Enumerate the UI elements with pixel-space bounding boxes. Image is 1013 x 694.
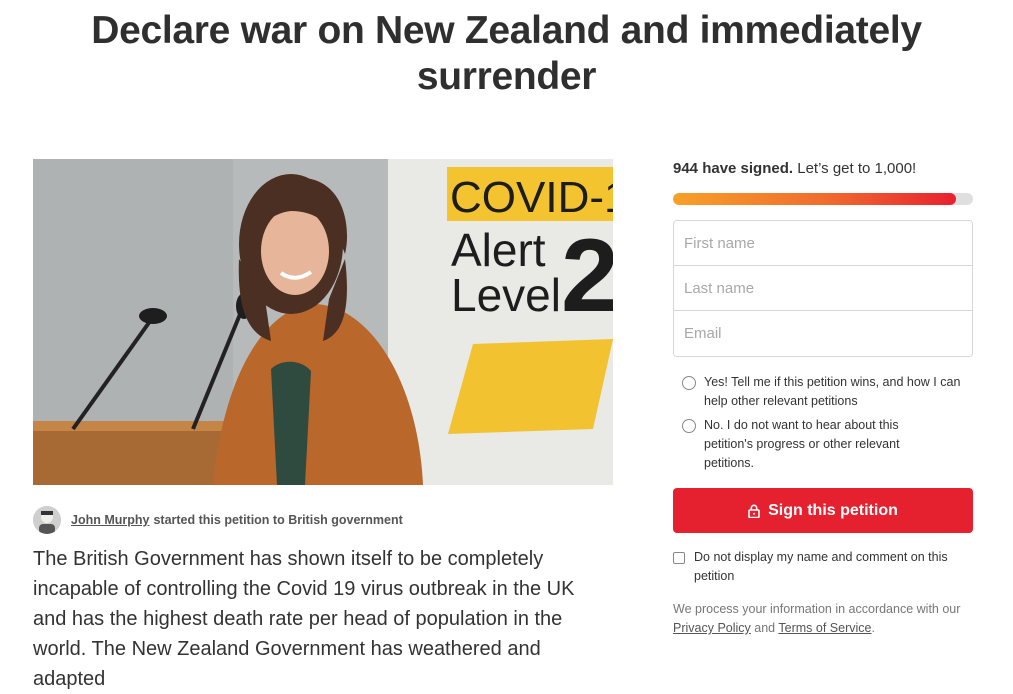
privacy-and: and [754, 621, 776, 635]
hide-name-option[interactable]: Do not display my name and comment on th… [673, 548, 973, 586]
opt-in-yes-label: Yes! Tell me if this petition wins, and … [704, 375, 961, 408]
privacy-policy-link[interactable]: Privacy Policy [673, 621, 751, 635]
sign-petition-button[interactable]: Sign this petition [673, 488, 973, 533]
signed-count: 944 have signed. [673, 160, 794, 177]
hide-name-label: Do not display my name and comment on th… [694, 550, 948, 583]
starter-description: started this petition to British governm… [153, 513, 403, 527]
petition-photo: COVID-19 Alert Level 2 [33, 159, 613, 485]
opt-in-no-radio[interactable] [682, 419, 696, 433]
privacy-suffix: . [871, 621, 875, 635]
goal-text: Let’s get to 1,000! [797, 160, 917, 177]
sign-level: 2 [561, 218, 613, 334]
lock-icon [748, 504, 760, 518]
signature-count: 944 have signed. Let’s get to 1,000! [673, 160, 916, 177]
hide-name-checkbox[interactable] [673, 552, 685, 564]
privacy-notice: We process your information in accordanc… [673, 600, 973, 638]
progress-bar-fill [673, 193, 957, 205]
sign-line3: Level [451, 269, 561, 321]
sign-button-label: Sign this petition [768, 501, 898, 519]
privacy-prefix: We process your information in accordanc… [673, 602, 961, 616]
email-input[interactable] [674, 311, 972, 356]
opt-in-no-option[interactable]: No. I do not want to hear about this pet… [682, 416, 962, 473]
terms-of-service-link[interactable]: Terms of Service [778, 621, 871, 635]
starter-name-link[interactable]: John Murphy [71, 513, 149, 527]
first-name-input[interactable] [674, 221, 972, 266]
opt-in-yes-option[interactable]: Yes! Tell me if this petition wins, and … [682, 373, 962, 411]
progress-bar [673, 193, 973, 205]
opt-in-no-label: No. I do not want to hear about this pet… [704, 418, 900, 470]
signer-form [673, 220, 973, 357]
last-name-input[interactable] [674, 266, 972, 311]
petition-body: The British Government has shown itself … [33, 548, 575, 690]
sign-line1: COVID-19 [450, 173, 613, 222]
avatar[interactable] [33, 506, 61, 534]
petition-starter: John Murphy started this petition to Bri… [33, 505, 403, 535]
opt-in-yes-radio[interactable] [682, 376, 696, 390]
petition-title: Declare war on New Zealand and immediate… [91, 9, 922, 98]
